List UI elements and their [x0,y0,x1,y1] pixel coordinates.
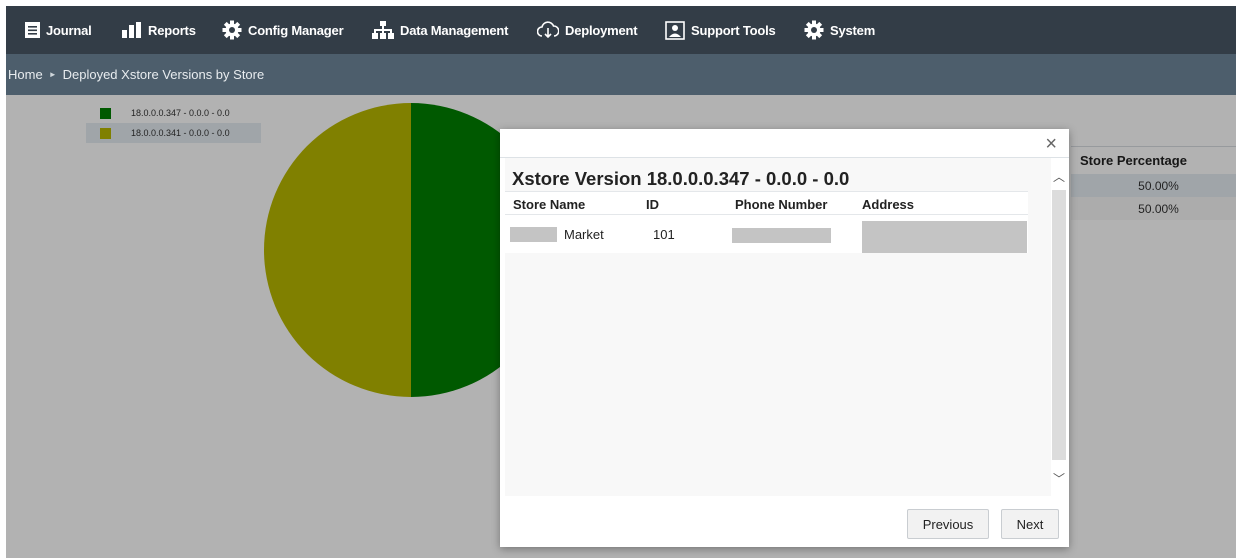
store-table: Store Name ID Phone Number Address Marke… [505,191,1028,253]
cell-store-name: Market [564,227,604,242]
close-icon[interactable]: × [1045,134,1057,154]
breadcrumb-current: Deployed Xstore Versions by Store [62,67,265,82]
support-icon [665,20,685,40]
nav-data-management[interactable]: Data Management [372,6,508,54]
chevron-up-icon[interactable]: ︿ [1051,168,1067,185]
store-table-header: Store Name ID Phone Number Address [505,191,1028,215]
column-header-address[interactable]: Address [862,197,914,212]
column-header-phone[interactable]: Phone Number [735,197,827,212]
nav-system-label: System [830,22,876,38]
table-row[interactable]: Market 101 [505,215,1028,253]
dialog-body: Xstore Version 18.0.0.0.347 - 0.0.0 - 0.… [505,158,1051,496]
nav-journal-label: Journal [46,22,92,38]
store-version-dialog: × Xstore Version 18.0.0.0.347 - 0.0.0 - … [500,129,1069,547]
nav-deployment-label: Deployment [565,22,638,38]
hierarchy-icon [372,21,394,39]
nav-data-management-label: Data Management [400,22,509,38]
cloud-download-icon [537,21,559,39]
cell-id: 101 [653,227,675,242]
nav-config-manager[interactable]: Config Manager [222,6,344,54]
redacted-phone [732,228,831,243]
nav-support-tools[interactable]: Support Tools [665,6,776,54]
nav-journal[interactable]: Journal [25,6,92,54]
nav-reports[interactable]: Reports [122,6,196,54]
redacted-address [862,221,1027,253]
journal-icon [25,22,40,38]
bar-chart-icon [122,22,141,38]
dialog-scrollbar[interactable]: ︿ ﹀ [1051,158,1067,496]
gear-icon [222,20,242,40]
chevron-down-icon[interactable]: ﹀ [1051,470,1067,487]
dialog-title: Xstore Version 18.0.0.0.347 - 0.0.0 - 0.… [512,168,850,189]
previous-button[interactable]: Previous [907,509,989,539]
column-header-store-name[interactable]: Store Name [513,197,585,212]
redacted-store-prefix [510,227,557,242]
breadcrumb-home-link[interactable]: Home [8,67,43,82]
main-navbar: Journal Reports Config Manager Data Mana… [6,6,1236,54]
nav-reports-label: Reports [148,22,196,38]
nav-support-tools-label: Support Tools [691,22,776,38]
gear-icon [804,20,824,40]
next-button[interactable]: Next [1001,509,1059,539]
column-header-id[interactable]: ID [646,197,659,212]
scrollbar-thumb[interactable] [1052,190,1066,460]
nav-system[interactable]: System [804,6,875,54]
breadcrumb-separator-icon: ► [48,70,57,79]
nav-deployment[interactable]: Deployment [537,6,638,54]
breadcrumb: Home ► Deployed Xstore Versions by Store [6,54,1236,95]
nav-config-manager-label: Config Manager [248,22,344,38]
